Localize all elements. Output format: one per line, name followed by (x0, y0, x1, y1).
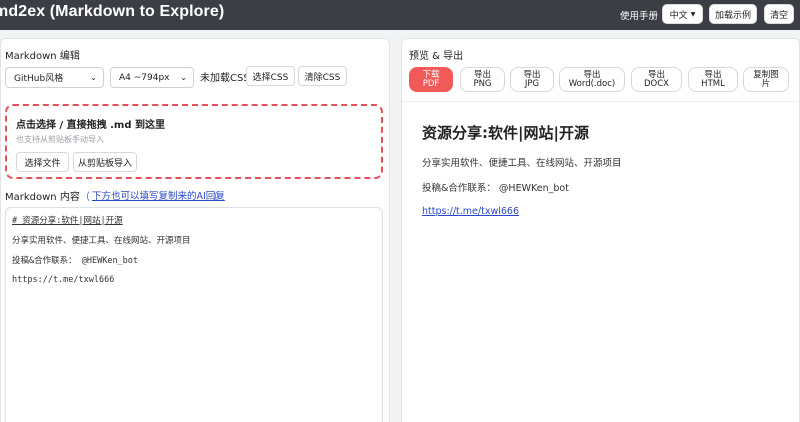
ai-reply-hint-link[interactable]: 下方也可以填写复制来的AI回复 (92, 188, 225, 202)
divider (402, 101, 799, 102)
choose-css-button[interactable]: 选择CSS (246, 66, 295, 86)
editor-line: # 资源分享:软件|网站|开源 (12, 216, 123, 226)
tab-line2: Word(.doc) (568, 78, 616, 89)
tab-line2: HTML (701, 78, 725, 89)
css-status: 未加载CSS (200, 73, 250, 84)
tab-export-jpg[interactable]: 导出 JPG (510, 67, 554, 92)
tab-export-docx[interactable]: 导出 DOCX (631, 67, 682, 92)
size-select-value: A4 ~794px (119, 72, 170, 83)
clear-css-button[interactable]: 清除CSS (298, 66, 347, 86)
editor-line: 投稿&合作联系： @HEWKen_bot (12, 256, 139, 266)
choose-file-button[interactable]: 选择文件 (16, 152, 69, 172)
tab-line2: 片 (761, 78, 771, 89)
size-select[interactable]: A4 ~794px ⌄ (110, 67, 194, 88)
tab-download-pdf[interactable]: 下载 PDF (409, 67, 453, 92)
preview-link[interactable]: https://t.me/txwl666 (422, 206, 519, 217)
file-dropzone[interactable]: 点击选择 / 直接拖拽 .md 到这里 也支持从剪贴板手动导入 选择文件 从剪贴… (5, 104, 383, 179)
preview-paragraph: 投稿&合作联系： @HEWKen_bot (422, 183, 569, 194)
tab-export-word[interactable]: 导出 Word(.doc) (559, 67, 625, 92)
top-bar: md2ex (Markdown to Explore) 使用手册 中文 ▼ 加载… (0, 0, 800, 30)
chevron-down-icon: ⌄ (180, 73, 187, 82)
manual-link[interactable]: 使用手册 (620, 8, 658, 22)
style-select[interactable]: GitHub风格 ⌄ (5, 67, 104, 88)
editor-line: 分享实用软件、便捷工具、在线网站、开源项目 (12, 236, 191, 246)
preview-paragraph: 分享实用软件、便捷工具、在线网站、开源项目 (422, 158, 622, 169)
chevron-down-icon: ⌄ (90, 73, 97, 82)
paren-close: ） (213, 192, 223, 203)
tab-line2: PNG (473, 78, 492, 89)
language-label: 中文 (669, 10, 688, 21)
load-example-button[interactable]: 加载示例 (709, 4, 757, 24)
preview-heading: 资源分享:软件|网站|开源 (422, 124, 589, 142)
caret-down-icon: ▼ (690, 10, 696, 18)
preview-panel (401, 38, 800, 422)
dropzone-title: 点击选择 / 直接拖拽 .md 到这里 (16, 120, 165, 131)
style-select-value: GitHub风格 (14, 74, 64, 84)
app-title: md2ex (Markdown to Explore) (0, 3, 225, 20)
clear-button[interactable]: 清空 (764, 4, 794, 24)
preview-panel-title: 预览 & 导出 (409, 51, 464, 62)
tab-export-html[interactable]: 导出 HTML (688, 67, 738, 92)
dropzone-hint: 也支持从剪贴板手动导入 (16, 135, 104, 144)
tab-line2: DOCX (644, 78, 669, 89)
tab-line2: JPG (524, 78, 540, 89)
editor-line: https://t.me/txwl666 (12, 275, 115, 285)
tab-line2: PDF (422, 78, 440, 89)
language-select[interactable]: 中文 ▼ (662, 4, 703, 24)
markdown-editor[interactable]: # 资源分享:软件|网站|开源 分享实用软件、便捷工具、在线网站、开源项目 投稿… (5, 207, 383, 422)
import-clipboard-button[interactable]: 从剪贴板导入 (73, 152, 137, 172)
editor-panel-title: Markdown 编辑 (5, 51, 80, 62)
markdown-content-label: Markdown 内容 (5, 192, 80, 203)
tab-export-png[interactable]: 导出 PNG (460, 67, 505, 92)
paren-open: （ (80, 192, 90, 203)
tab-copy-image[interactable]: 复制图 片 (743, 67, 789, 92)
